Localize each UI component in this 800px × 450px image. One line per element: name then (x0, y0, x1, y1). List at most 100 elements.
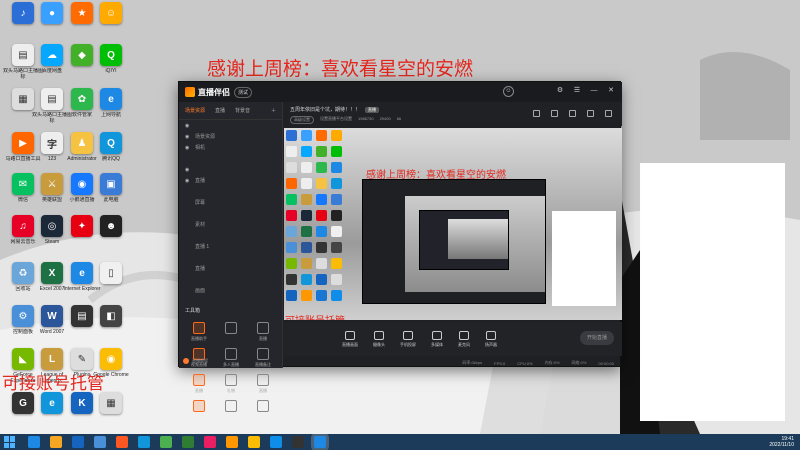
tool-item[interactable] (215, 400, 247, 414)
bottom-tool-icon (374, 330, 384, 340)
preview-icon (301, 290, 312, 301)
taskbar-app-icon[interactable] (116, 436, 128, 448)
taskbar-app-icon[interactable] (72, 436, 84, 448)
taskbar-app-icon[interactable] (226, 436, 238, 448)
layer-item[interactable] (179, 230, 282, 241)
chat-icon[interactable] (587, 110, 594, 117)
tool-item[interactable]: 礼物 (215, 374, 247, 394)
tool-item[interactable]: 直播 (247, 374, 279, 394)
minimize-icon[interactable]: — (589, 86, 599, 96)
start-button[interactable] (4, 436, 18, 448)
taskbar-app-icon[interactable] (138, 436, 150, 448)
system-clock[interactable]: 19:41 2022/11/10 (769, 436, 794, 448)
bottom-tool[interactable]: 摄像头 (373, 330, 385, 348)
layer-item[interactable]: 素材 (179, 219, 282, 230)
tool-item[interactable] (215, 322, 247, 342)
app-icon: ▣ (100, 173, 122, 195)
preview-icon (316, 290, 327, 301)
layer-item[interactable] (179, 153, 282, 164)
clock-date: 2022/11/10 (769, 442, 794, 448)
desktop-icon[interactable]: QiQIYI (92, 44, 130, 94)
bottom-tool[interactable]: 麦克风 (458, 330, 470, 348)
tool-item[interactable]: 直播 (183, 374, 215, 394)
tool-item[interactable] (247, 400, 279, 414)
layer-item[interactable]: ◉ (179, 120, 282, 131)
eye-icon[interactable]: ◉ (185, 178, 191, 184)
layer-item[interactable]: ◉ 场景资源 (179, 131, 282, 142)
add-icon[interactable]: ＋ (271, 107, 276, 114)
layer-item[interactable] (179, 274, 282, 285)
room-title[interactable]: 五周年依旧是个坑，期待！！！ (290, 107, 360, 113)
refresh-icon[interactable] (533, 110, 540, 117)
tool-label: 直播 (259, 388, 267, 393)
layer-item[interactable]: 屏幕 (179, 197, 282, 208)
tool-item[interactable] (183, 400, 215, 414)
eye-icon[interactable]: ◉ (185, 123, 191, 129)
menu-icon[interactable]: ☰ (572, 86, 582, 96)
desktop-icon[interactable]: e 上网导航 (92, 88, 130, 138)
tool-item[interactable]: 直播助手 (183, 322, 215, 342)
avatar-icon[interactable]: ☺ (503, 86, 514, 97)
eye-icon[interactable]: ◉ (185, 145, 191, 151)
status-item: 网络:0% (571, 360, 587, 365)
app-icon: ☺ (100, 2, 122, 24)
taskbar-app-icon[interactable] (314, 436, 326, 448)
tool-icon (257, 322, 269, 334)
preview-icon (316, 242, 327, 253)
layer-item[interactable]: 直播 1 (179, 241, 282, 252)
app-icon: ● (41, 2, 63, 24)
layer-item[interactable] (179, 252, 282, 263)
tab-live[interactable]: 直播 (215, 107, 225, 114)
preview-icon (331, 178, 342, 189)
taskbar-app-icon[interactable] (204, 436, 216, 448)
layer-item[interactable] (179, 186, 282, 197)
tab-scene[interactable]: 场景资源 (185, 107, 205, 114)
bottom-tool[interactable]: 手机投屏 (400, 330, 416, 348)
eye-icon[interactable]: ◉ (185, 167, 191, 173)
preview-icon (286, 226, 297, 237)
close-icon[interactable]: ✕ (606, 86, 616, 96)
tab-bgm[interactable]: 背景音 (235, 107, 250, 114)
start-live-button[interactable]: 开始直播 (580, 331, 614, 345)
taskbar-app-icon[interactable] (94, 436, 106, 448)
taskbar-app-icon[interactable] (50, 436, 62, 448)
layer-item[interactable] (179, 208, 282, 219)
record-icon[interactable] (551, 110, 558, 117)
settings-icon[interactable]: ⚙ (555, 86, 565, 96)
tool-item[interactable]: 多人直播 (215, 348, 247, 368)
room-tag[interactable]: 直播 (364, 107, 379, 113)
bottom-tool-label: 多媒体 (431, 341, 443, 347)
app-icon: K (71, 392, 93, 414)
eye-icon[interactable]: ◉ (185, 134, 191, 140)
bottom-tool[interactable]: 扬声器 (485, 330, 497, 348)
share-icon[interactable] (605, 110, 612, 117)
app-icon: L (41, 348, 63, 370)
layer-item[interactable]: ◉ 直播 (179, 175, 282, 186)
layer-item[interactable]: ◉ 相机 (179, 142, 282, 153)
desktop-icon[interactable]: ☻ (92, 215, 130, 265)
layer-item[interactable]: 画面 (179, 285, 282, 296)
taskbar-app-icon[interactable] (270, 436, 282, 448)
preview-icon (301, 146, 312, 157)
bottom-tool[interactable]: 直播画面 (342, 330, 358, 348)
tool-item[interactable]: 直播 (247, 322, 279, 342)
bottom-tool[interactable]: 多媒体 (431, 330, 443, 348)
tool-item[interactable]: 直播备注 (247, 348, 279, 368)
taskbar-app-icon[interactable] (292, 436, 304, 448)
layer-item[interactable]: 直播 (179, 263, 282, 274)
advanced-settings-button[interactable]: 高级设置 (290, 116, 314, 124)
taskbar-app-icon[interactable] (182, 436, 194, 448)
live-companion-window[interactable]: 直播伴侣 测试 ☺ ⚙ ☰ — ✕ 场景资源 直播 背景音 ＋ ◉ ◉ 场景资源 ◉ 相… (178, 81, 622, 412)
taskbar-app-icon[interactable] (160, 436, 172, 448)
stream-preview[interactable]: 感谢上周榜：喜欢看星空的安燃 可接账号托管 (284, 128, 622, 320)
main-area: 五周年依旧是个坑，期待！！！ 直播 高级设置 设置直播平台设置 1986730 … (284, 102, 622, 368)
tool-icon (225, 348, 237, 360)
taskbar-app-icon[interactable] (28, 436, 40, 448)
taskbar-app-icon[interactable] (248, 436, 260, 448)
status-item: 内存:0% (544, 360, 560, 365)
bottom-note[interactable]: 直播教程 (183, 358, 208, 364)
preview-icon (316, 274, 327, 285)
layer-item[interactable]: ◉ (179, 164, 282, 175)
gift-icon[interactable] (569, 110, 576, 117)
app-titlebar[interactable]: 直播伴侣 测试 ☺ ⚙ ☰ — ✕ (179, 82, 622, 102)
